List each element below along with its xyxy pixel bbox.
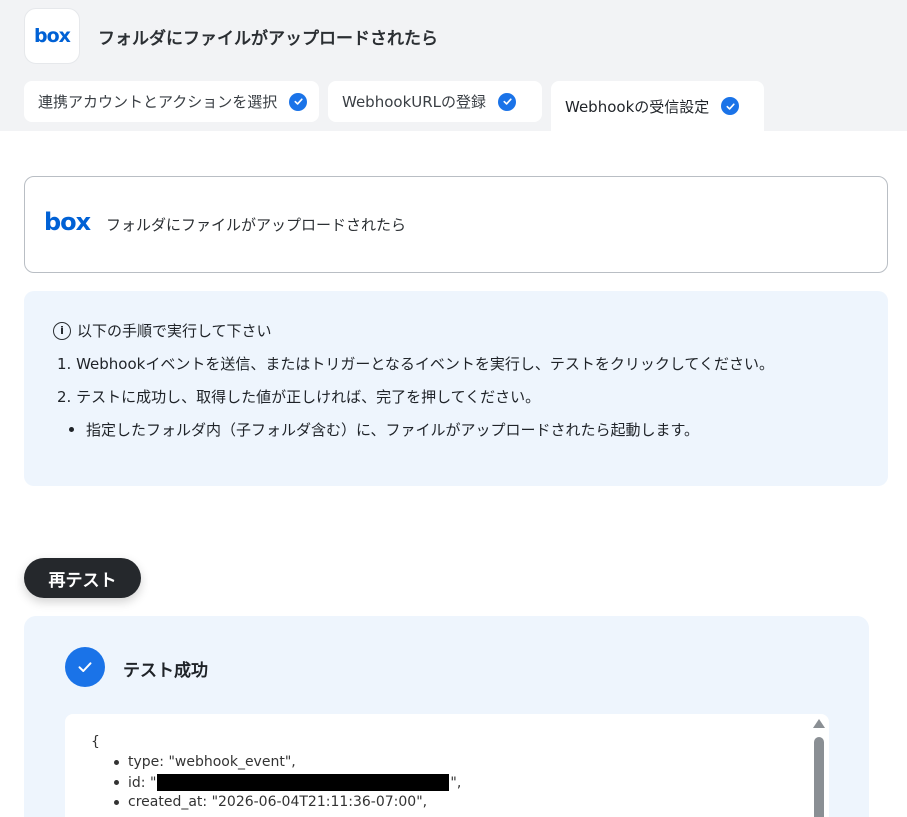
bullet-dot [114,799,119,805]
redacted-value [157,774,450,791]
bullet-dot [69,427,74,432]
instructions-heading: i 以下の手順で実行して下さい [53,320,272,341]
json-id-prefix: id: " [128,774,157,791]
retest-button[interactable]: 再テスト [24,558,141,598]
tab-label: Webhookの受信設定 [565,97,710,116]
json-line-type: type: "webhook_event", [114,754,296,770]
instruction-step-2: 2. テストに成功し、取得した値が正しければ、完了を押してください。 [57,388,541,406]
box-app-logo: box [24,8,80,64]
check-circle-icon [289,92,308,111]
check-circle-icon [498,92,517,111]
box-logo-text: box [34,25,71,47]
scrollbar-thumb[interactable] [814,737,824,817]
json-open-brace: { [91,734,100,750]
tab-account-action[interactable]: 連携アカウントとアクションを選択 [24,81,319,122]
page-title: フォルダにファイルがアップロードされたら [98,29,438,49]
tab-webhook-url[interactable]: WebhookURLの登録 [328,81,542,122]
scroll-up-arrow-icon[interactable] [813,719,825,728]
top-header: box フォルダにファイルがアップロードされたら 連携アカウントとアクションを選… [0,0,907,131]
json-output: { type: "webhook_event", id: " ", create… [65,714,829,817]
box-logo-text: box [44,208,91,236]
tab-label: WebhookURLの登録 [342,93,487,111]
check-circle-icon [721,97,740,115]
trigger-card: box フォルダにファイルがアップロードされたら [24,176,888,273]
json-line-created-at: created_at: "2026-06-04T21:11:36-07:00", [114,794,427,810]
json-line-text: created_at: "2026-06-04T21:11:36-07:00", [128,794,428,810]
info-icon: i [53,321,71,340]
bullet-dot [114,759,119,765]
json-id-suffix: ", [450,774,462,791]
tab-label: 連携アカウントとアクションを選択 [38,93,278,111]
test-result-panel: テスト成功 { type: "webhook_event", id: " ", … [24,616,869,817]
json-line-id: id: " ", [114,774,461,791]
bullet-dot [114,780,119,785]
instructions-heading-text: 以下の手順で実行して下さい [77,322,272,340]
tab-webhook-receive[interactable]: Webhookの受信設定 [551,81,764,131]
trigger-label: フォルダにファイルがアップロードされたら [106,216,407,234]
instruction-note: 指定したフォルダ内（子フォルダ含む）に、ファイルがアップロードされたら起動します… [69,419,699,440]
instruction-step-1: 1. Webhookイベントを送信、またはトリガーとなるイベントを実行し、テスト… [57,355,774,373]
instruction-note-text: 指定したフォルダ内（子フォルダ含む）に、ファイルがアップロードされたら起動します… [86,421,700,439]
test-success-title: テスト成功 [123,661,208,681]
instructions-panel: i 以下の手順で実行して下さい 1. Webhookイベントを送信、またはトリガ… [24,291,888,486]
check-circle-icon [65,647,105,687]
json-line-text: type: "webhook_event", [128,754,296,770]
